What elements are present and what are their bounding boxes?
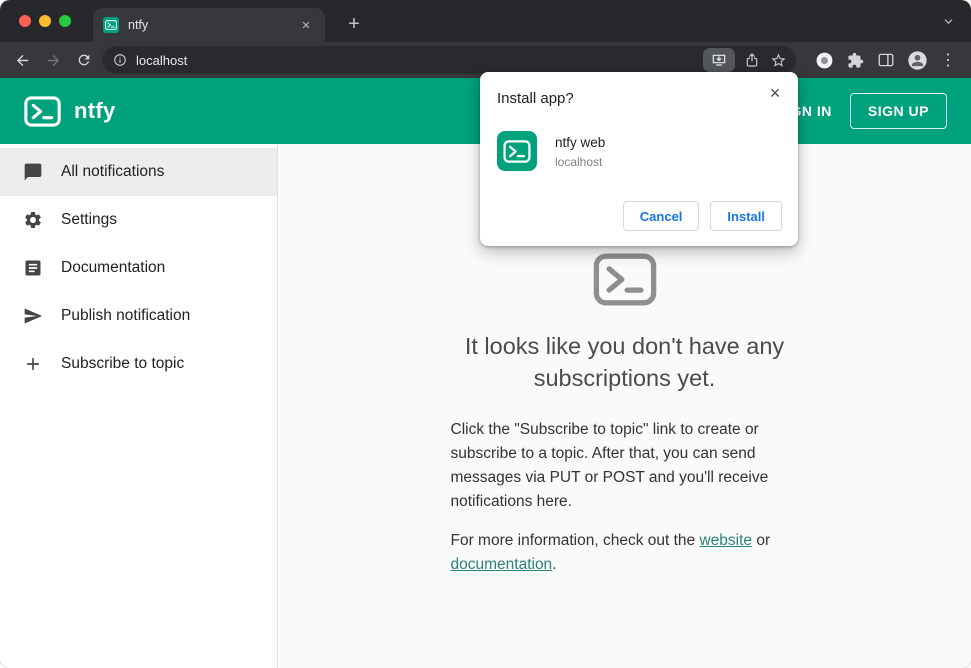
zoom-window-button[interactable] <box>59 15 71 27</box>
empty-state-more: For more information, check out the webs… <box>451 529 799 577</box>
dialog-title: Install app? <box>497 90 574 107</box>
sidebar-item-label: All notifications <box>61 163 165 180</box>
browser-tab[interactable]: ntfy × <box>93 8 325 42</box>
new-tab-button[interactable]: + <box>341 11 367 37</box>
more-conjunction: or <box>752 532 771 549</box>
empty-state-paragraph: Click the "Subscribe to topic" link to c… <box>450 421 769 510</box>
website-link[interactable]: website <box>699 532 752 549</box>
browser-window: ntfy × + localhost ⋮ ntfy SIGN IN SIGN U… <box>0 0 971 668</box>
app-brand: ntfy <box>74 98 116 123</box>
ntfy-app-icon <box>497 131 537 171</box>
side-panel-icon[interactable] <box>872 46 900 74</box>
browser-menu-icon[interactable]: ⋮ <box>934 46 962 74</box>
book-icon <box>23 258 43 278</box>
more-suffix: . <box>552 556 557 573</box>
more-prefix: For more information, check out the <box>450 532 700 549</box>
ntfy-favicon-icon <box>103 17 119 33</box>
tab-search-chevron-icon[interactable] <box>942 15 955 33</box>
tab-close-icon[interactable]: × <box>297 16 315 34</box>
sign-up-button[interactable]: SIGN UP <box>849 93 947 129</box>
sidebar: All notifications Settings Documentation… <box>0 144 278 668</box>
ntfy-logo-icon <box>24 96 61 127</box>
traffic-lights <box>19 15 71 27</box>
sidebar-item-label: Documentation <box>61 259 166 276</box>
address-bar[interactable]: localhost <box>102 46 796 74</box>
site-info-icon[interactable] <box>113 53 127 67</box>
forward-icon[interactable] <box>39 46 67 74</box>
profile-avatar-icon[interactable] <box>903 46 931 74</box>
ntfy-logo-icon <box>593 253 657 306</box>
install-app-icon[interactable] <box>703 48 735 72</box>
cancel-button[interactable]: Cancel <box>622 201 700 231</box>
share-icon[interactable] <box>739 47 765 73</box>
gear-icon <box>23 210 43 230</box>
reload-icon[interactable] <box>70 46 98 74</box>
back-icon[interactable] <box>8 46 36 74</box>
sidebar-item-all-notifications[interactable]: All notifications <box>0 148 277 196</box>
plus-icon <box>23 354 43 374</box>
sidebar-item-settings[interactable]: Settings <box>0 196 277 244</box>
documentation-link[interactable]: documentation <box>451 556 553 573</box>
chat-icon <box>23 162 43 182</box>
install-button[interactable]: Install <box>710 201 782 231</box>
sidebar-item-subscribe-to-topic[interactable]: Subscribe to topic <box>0 340 277 388</box>
dialog-app-name: ntfy web <box>555 135 606 150</box>
sidebar-item-label: Subscribe to topic <box>61 355 185 372</box>
sidebar-item-publish-notification[interactable]: Publish notification <box>0 292 277 340</box>
sidebar-item-label: Settings <box>61 211 118 228</box>
browser-tabstrip: ntfy × + <box>0 0 971 42</box>
minimize-window-button[interactable] <box>39 15 51 27</box>
extensions-puzzle-icon[interactable] <box>841 46 869 74</box>
bookmark-star-icon[interactable] <box>765 47 791 73</box>
extension-icon[interactable] <box>810 46 838 74</box>
empty-subscriptions-panel: It looks like you don't have any subscri… <box>451 253 799 577</box>
dialog-close-icon[interactable]: × <box>763 81 787 105</box>
sidebar-item-label: Publish notification <box>61 307 191 324</box>
close-window-button[interactable] <box>19 15 31 27</box>
address-text: localhost <box>136 52 188 68</box>
send-icon <box>23 306 43 326</box>
empty-state-heading: It looks like you don't have any subscri… <box>464 333 785 391</box>
install-app-dialog: Install app? × ntfy web localhost Cancel… <box>480 72 798 246</box>
tab-title: ntfy <box>128 18 149 32</box>
sidebar-item-documentation[interactable]: Documentation <box>0 244 277 292</box>
dialog-app-origin: localhost <box>555 155 603 169</box>
